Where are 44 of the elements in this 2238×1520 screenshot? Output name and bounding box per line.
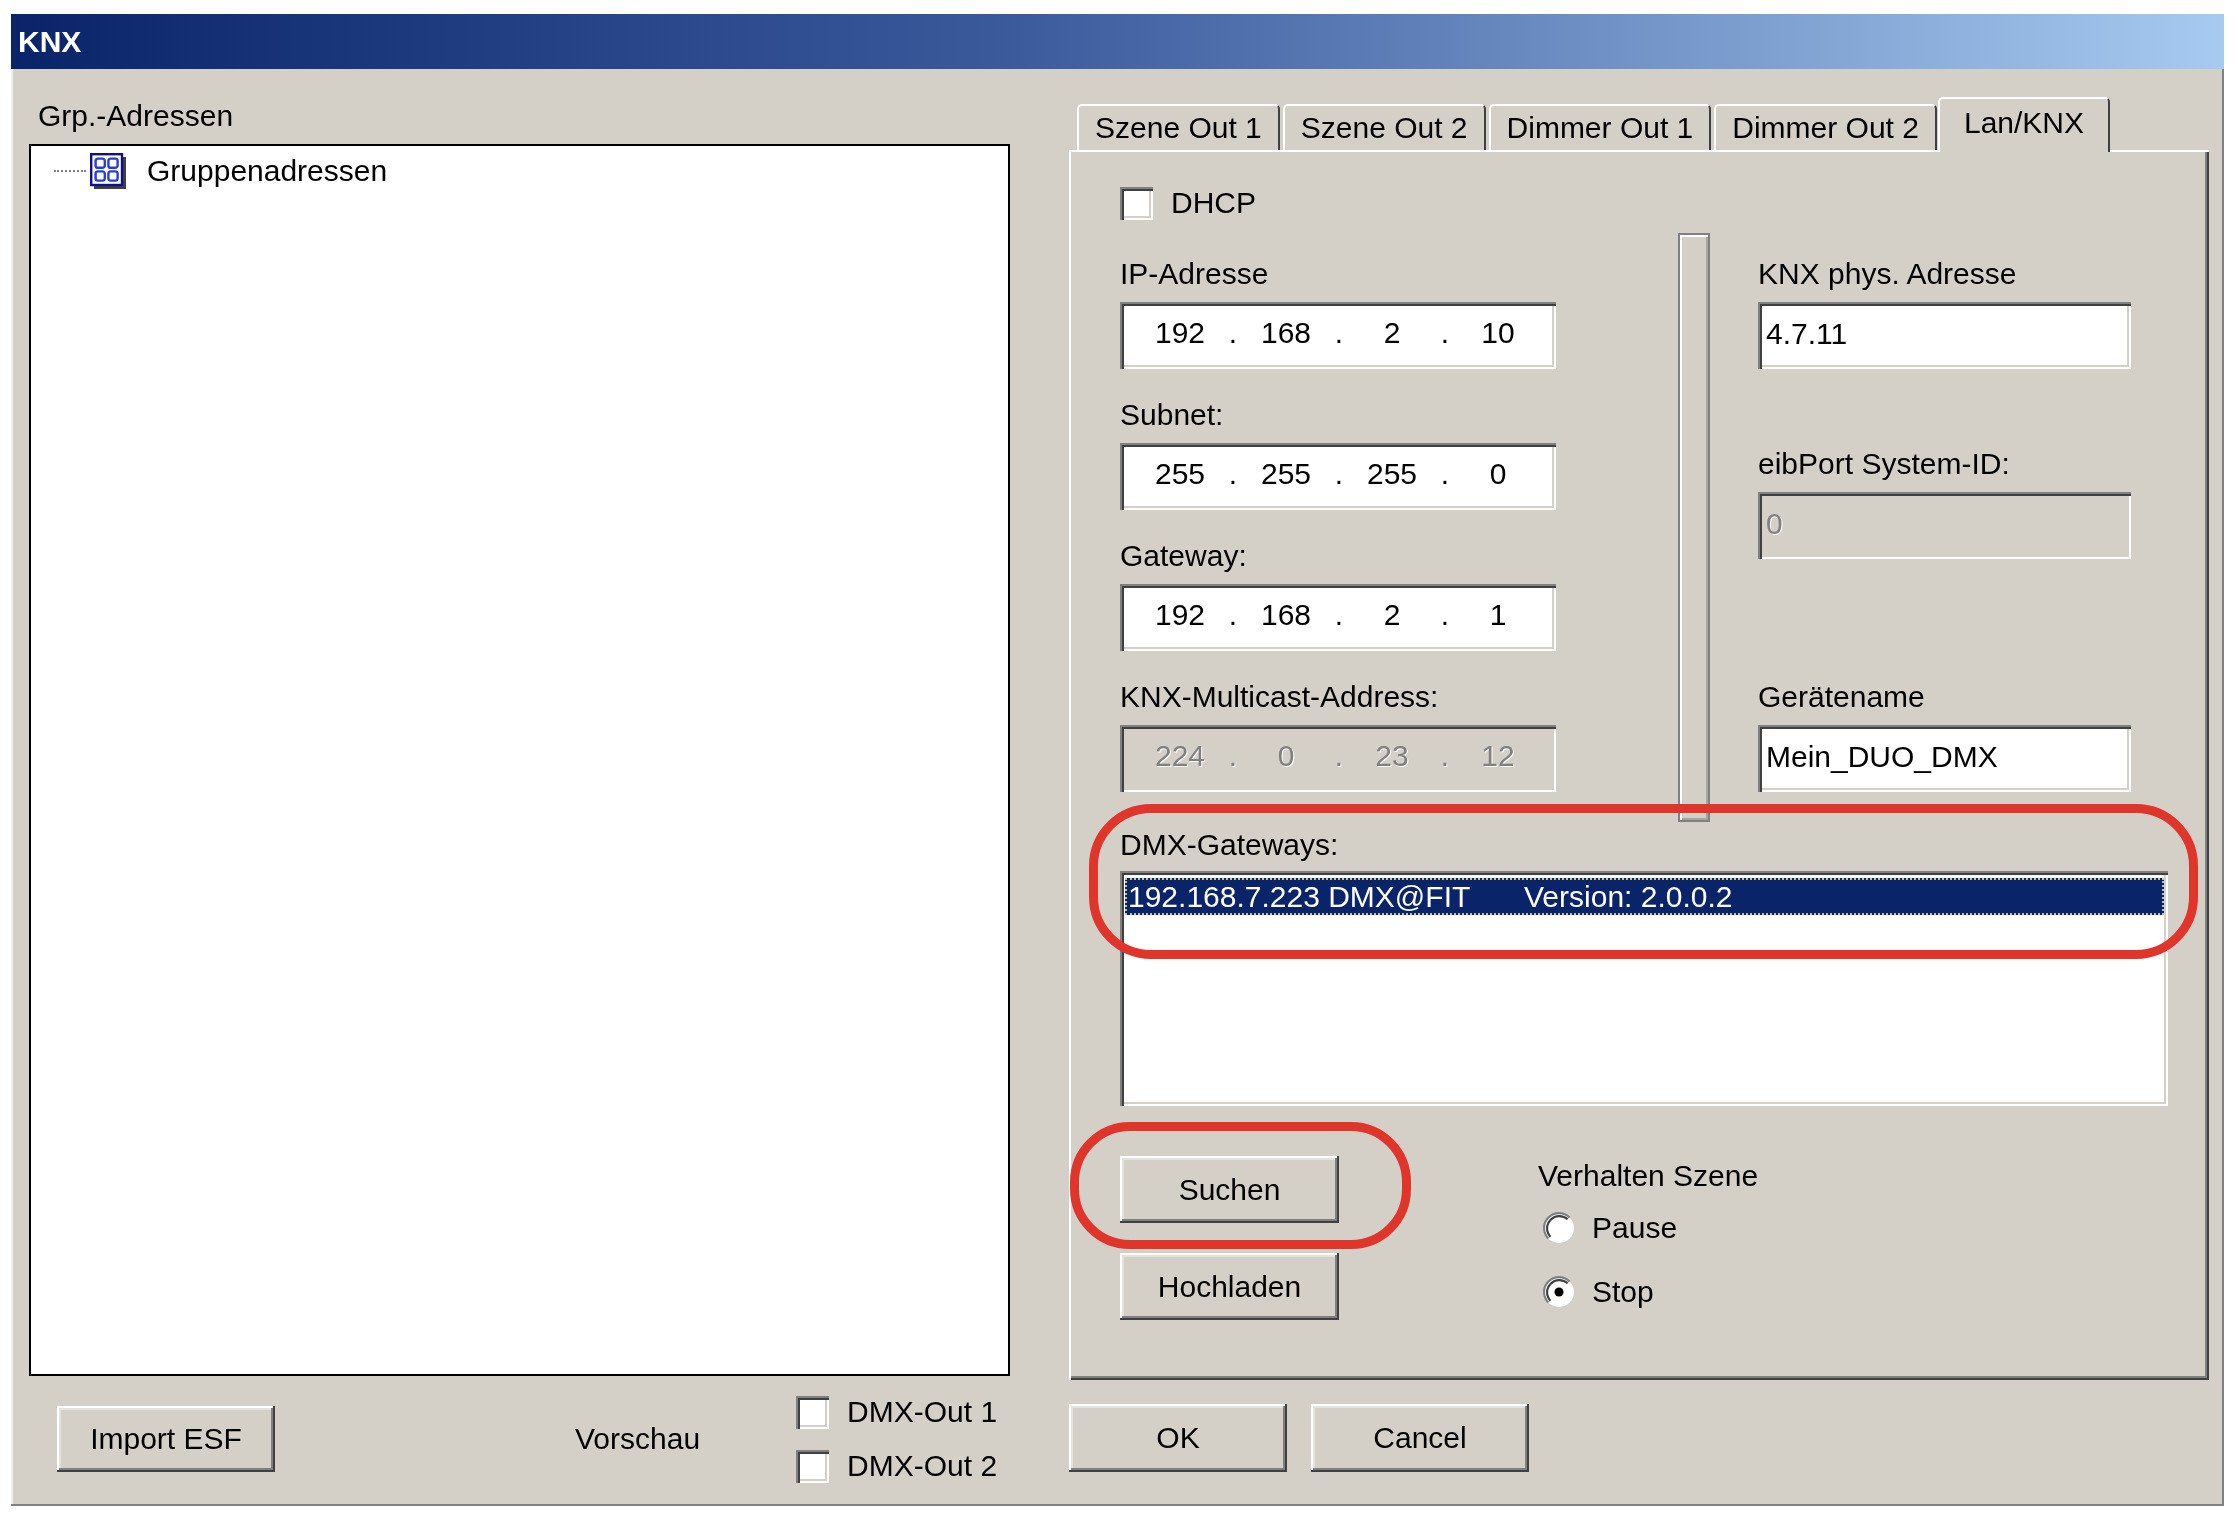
cancel-button[interactable]: Cancel [1311,1404,1529,1472]
field-label: Gerätename [1758,681,1925,713]
field-label: IP-Adresse [1120,258,1269,290]
gateway-list-item[interactable]: 192.168.7.223 DMX@FIT Version: 2.0.0.2 [1125,878,2164,915]
gateway-address: 192.168.7.223 DMX@FIT [1128,879,1471,914]
tree-line [54,170,86,172]
search-button[interactable]: Suchen [1120,1156,1339,1223]
field-label: Gateway: [1120,540,1247,572]
field-label: KNX-Multicast-Address: [1120,681,1439,713]
tab[interactable]: Szene Out 2 [1282,104,1486,150]
ok-button[interactable]: OK [1069,1404,1287,1472]
group-grid-icon [90,153,126,189]
text-field[interactable]: Mein_DUO_DMX [1758,725,2131,792]
tab[interactable]: Szene Out 1 [1077,104,1280,150]
import-button[interactable]: Import ESF [57,1406,275,1472]
checkbox-label: DMX-Out 2 [847,1449,998,1483]
field-label: DMX-Gateways: [1120,829,1339,861]
field-label: Subnet: [1120,399,1224,431]
field-label: KNX phys. Adresse [1758,258,2017,290]
ip-address-field[interactable]: 192 . 168 . 2 . 10 [1120,302,1556,369]
ip-address-field[interactable]: 255 . 255 . 255 . 0 [1120,443,1556,510]
radio-label: Pause [1592,1211,1678,1245]
field-label: eibPort System-ID: [1758,448,2010,480]
radio-button[interactable] [1543,1212,1575,1244]
ip-address-field[interactable]: 192 . 168 . 2 . 1 [1120,584,1556,651]
checkbox[interactable] [1120,186,1153,220]
checkbox[interactable] [796,1395,830,1429]
checkbox[interactable] [796,1449,830,1483]
checkbox-label: DHCP [1171,186,1256,220]
text-field[interactable]: 4.7.11 [1758,302,2131,369]
tab[interactable]: Dimmer Out 1 [1488,104,1712,150]
tab[interactable]: Lan/KNX [1937,97,2111,152]
upload-button[interactable]: Hochladen [1120,1253,1339,1320]
gateway-list[interactable]: 192.168.7.223 DMX@FIT Version: 2.0.0.2 [1120,871,2168,1106]
radio-label: Stop [1592,1275,1654,1309]
gateway-version: Version: 2.0.0.2 [1524,879,1733,914]
section-label: Grp.-Adressen [38,99,234,133]
tree-item[interactable]: Gruppenadressen [147,154,388,188]
checkbox-label: DMX-Out 1 [847,1395,998,1429]
window-title: KNX [18,23,82,60]
tab[interactable]: Dimmer Out 2 [1714,104,1937,150]
group-label: Verhalten Szene [1538,1160,1759,1192]
radio-button[interactable] [1543,1276,1575,1308]
preview-label: Vorschau [575,1422,701,1456]
